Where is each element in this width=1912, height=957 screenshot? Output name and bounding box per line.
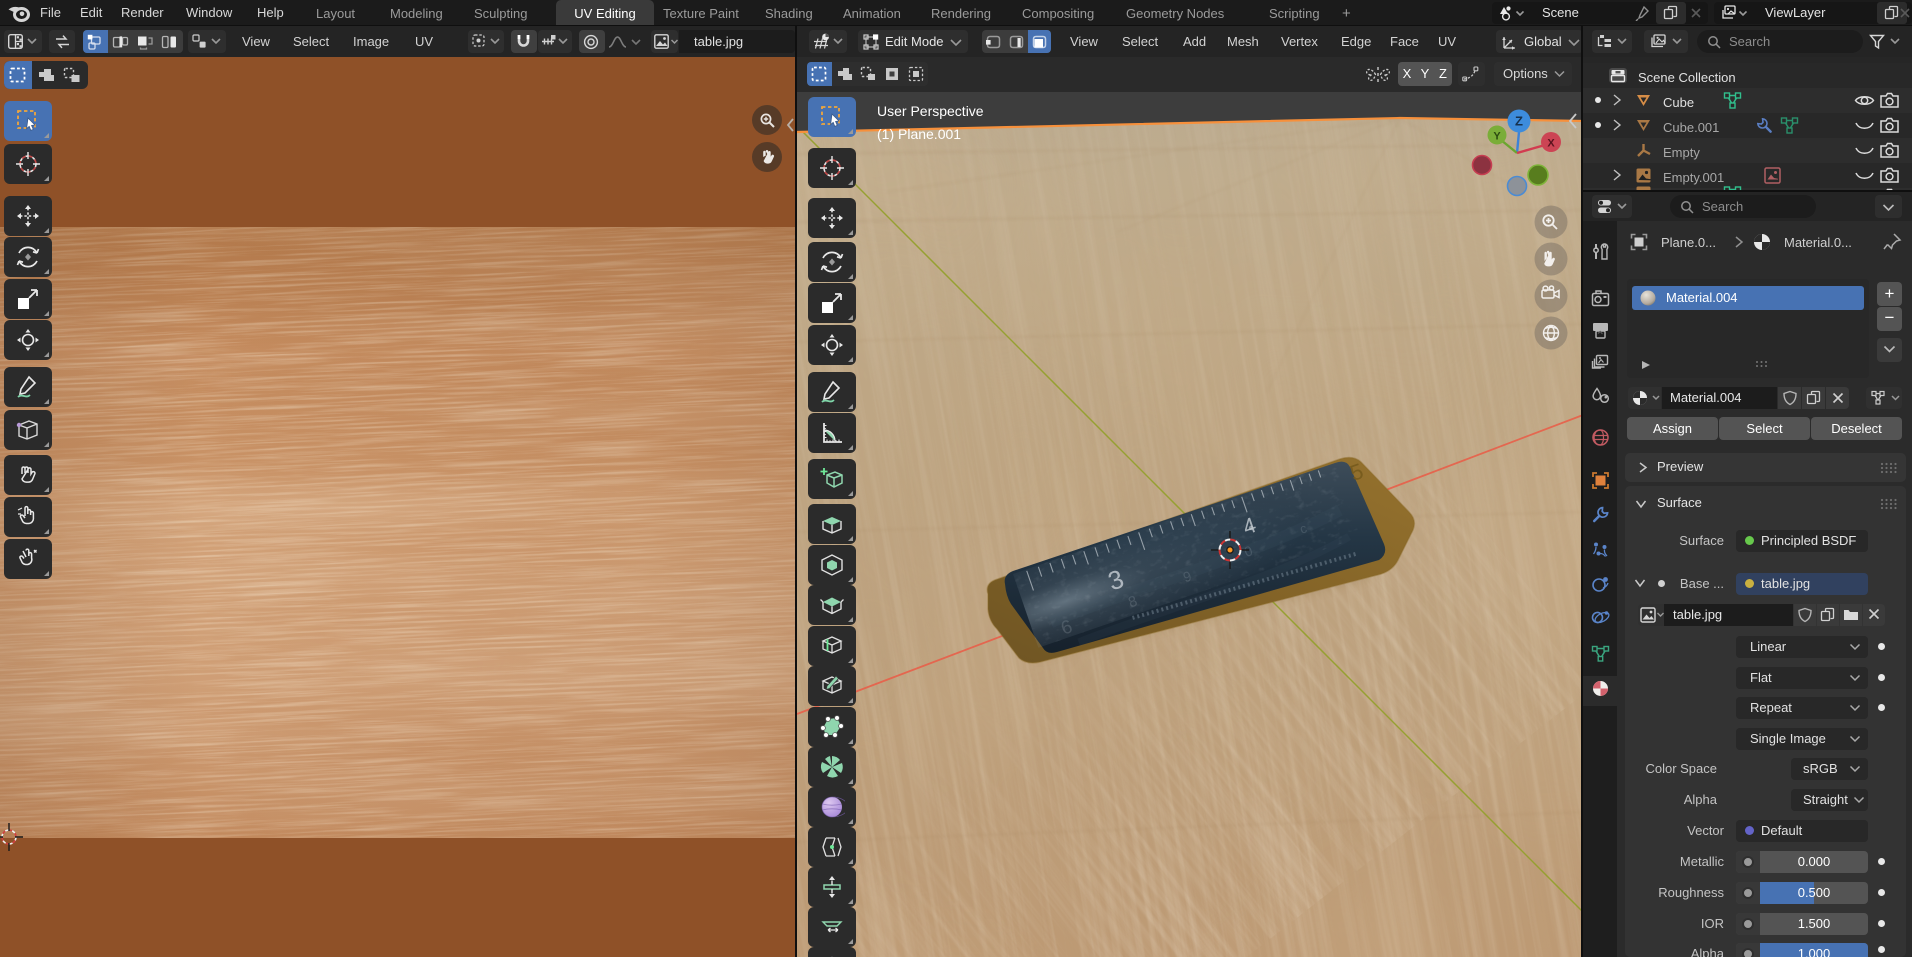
svg-text:(1) Plane.001: (1) Plane.001 bbox=[877, 126, 961, 142]
svg-text:Y: Y bbox=[1493, 131, 1501, 143]
svg-text:User Perspective: User Perspective bbox=[877, 103, 984, 119]
svg-text:Z: Z bbox=[1515, 114, 1523, 129]
svg-text:X: X bbox=[1547, 138, 1555, 150]
